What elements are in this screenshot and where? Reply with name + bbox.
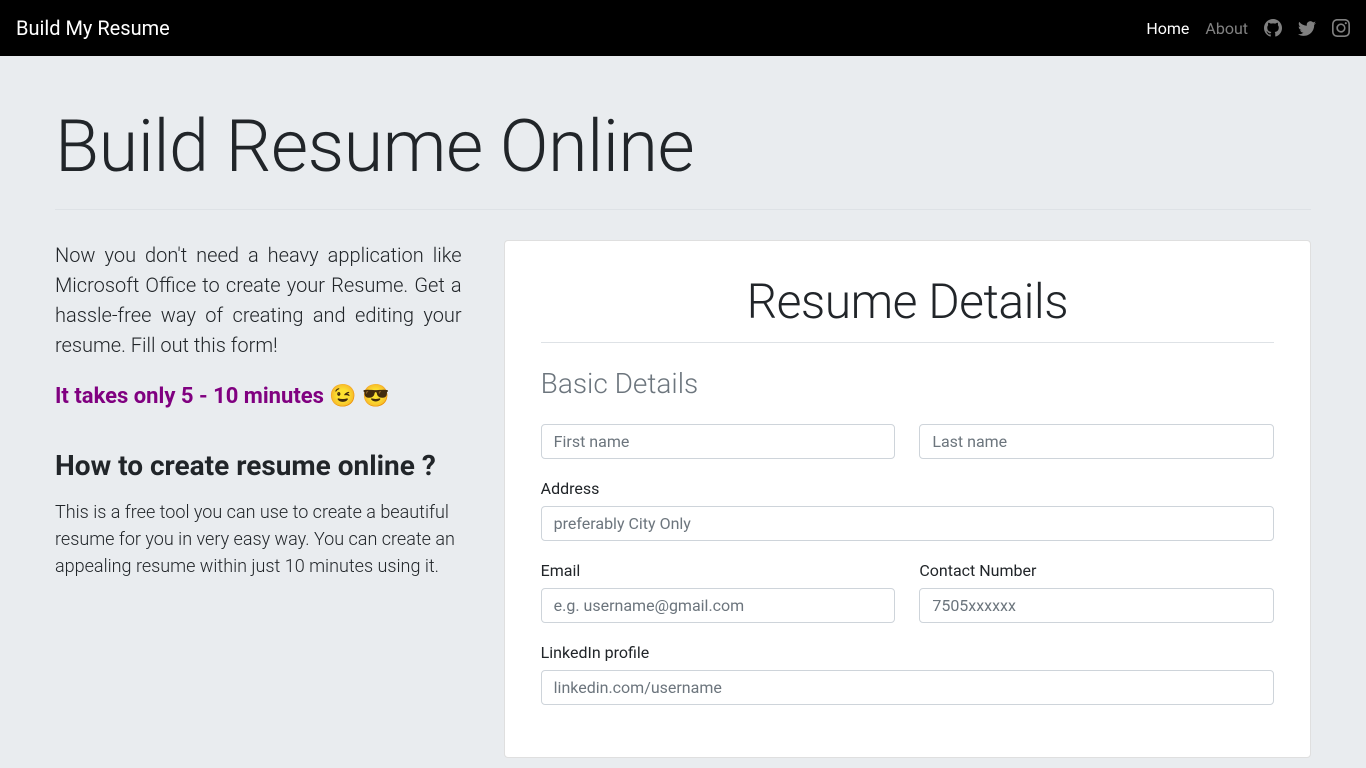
resume-card: Resume Details Basic Details Address [504, 240, 1311, 758]
instagram-icon[interactable] [1332, 19, 1350, 37]
page-title: Build Resume Online [55, 104, 1311, 210]
email-input[interactable] [541, 588, 896, 623]
card-title: Resume Details [541, 273, 1274, 343]
first-name-input[interactable] [541, 424, 896, 459]
twitter-icon[interactable] [1298, 19, 1316, 37]
github-icon[interactable] [1264, 19, 1282, 37]
time-estimate: It takes only 5 - 10 minutes 😉 😎 [55, 384, 462, 409]
navbar-right: Home About [1146, 19, 1350, 38]
form-column: Resume Details Basic Details Address [504, 240, 1311, 758]
linkedin-label: LinkedIn profile [541, 643, 1274, 662]
how-to-heading: How to create resume online ? [55, 449, 462, 483]
nav-about-link[interactable]: About [1205, 19, 1248, 38]
address-label: Address [541, 479, 1274, 498]
intro-column: Now you don't need a heavy application l… [55, 240, 474, 758]
navbar-brand[interactable]: Build My Resume [16, 16, 170, 40]
contact-input[interactable] [919, 588, 1274, 623]
intro-text: Now you don't need a heavy application l… [55, 240, 462, 360]
linkedin-input[interactable] [541, 670, 1274, 705]
last-name-input[interactable] [919, 424, 1274, 459]
address-input[interactable] [541, 506, 1274, 541]
nav-home-link[interactable]: Home [1146, 19, 1189, 38]
contact-label: Contact Number [919, 561, 1274, 580]
main-container: Build Resume Online Now you don't need a… [23, 56, 1343, 758]
how-to-text: This is a free tool you can use to creat… [55, 499, 462, 580]
basic-details-heading: Basic Details [541, 367, 1274, 400]
content-row: Now you don't need a heavy application l… [55, 240, 1311, 758]
navbar: Build My Resume Home About [0, 0, 1366, 56]
email-label: Email [541, 561, 896, 580]
